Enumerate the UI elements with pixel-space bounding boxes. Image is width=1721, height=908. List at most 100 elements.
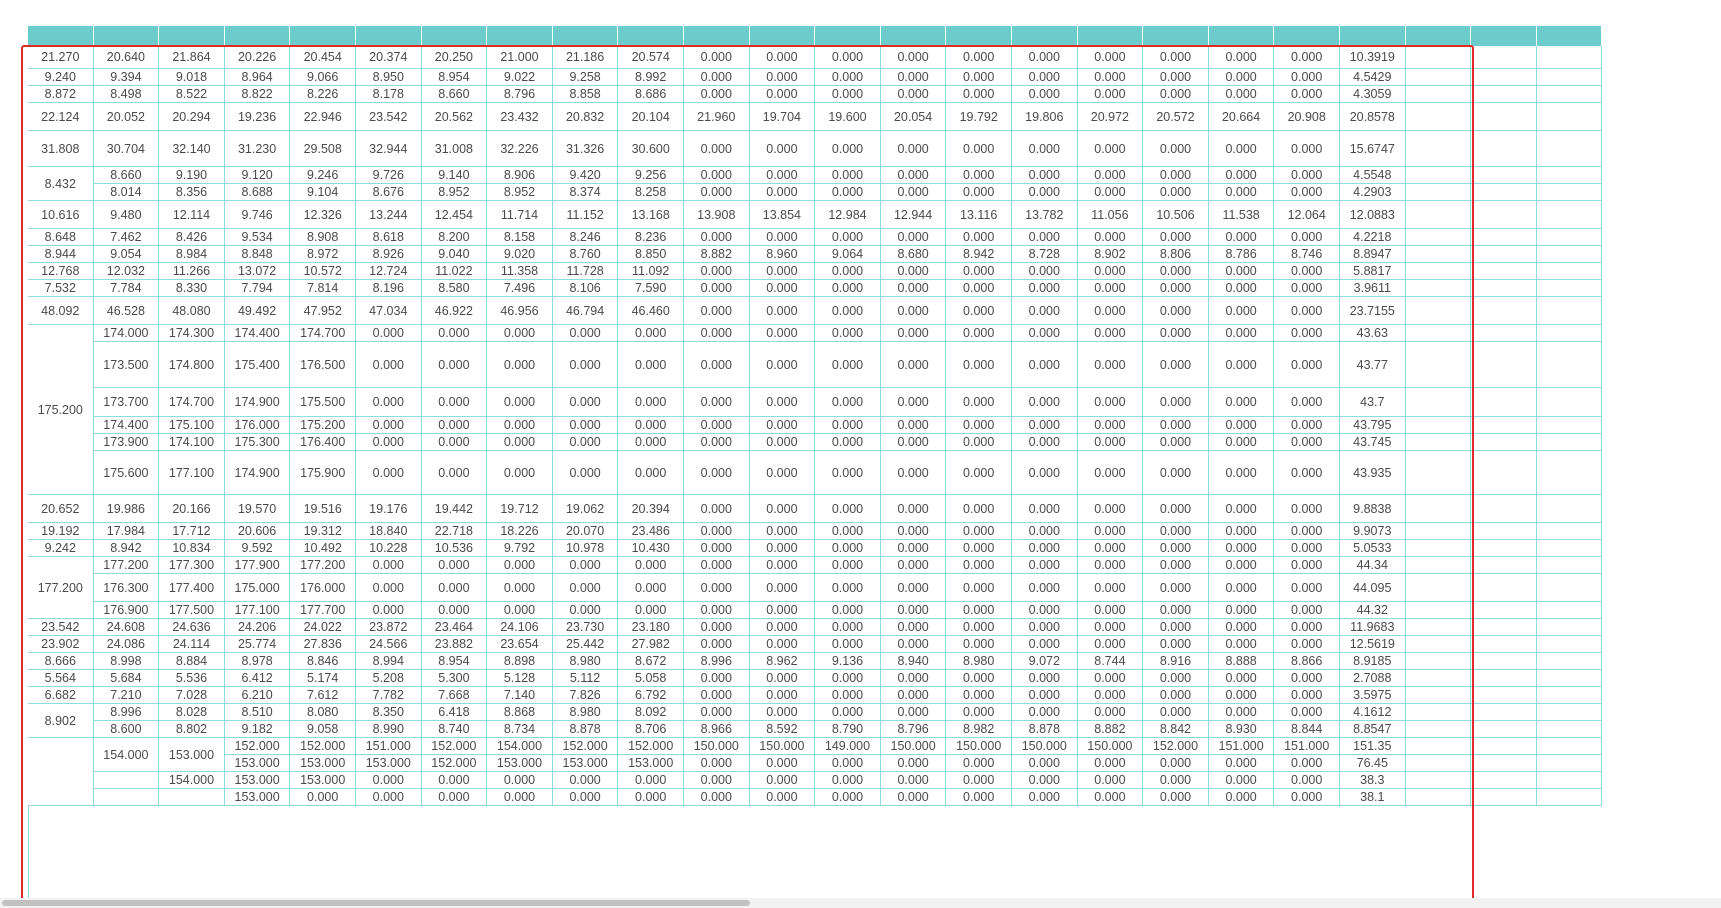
table-cell[interactable]: 13.072 [224,263,291,280]
table-cell[interactable]: 8.888 [1208,653,1275,670]
table-cell[interactable]: 0.000 [684,789,750,806]
table-cell[interactable]: 8.618 [356,229,422,246]
table-cell[interactable]: 0.000 [684,602,750,619]
table-cell[interactable]: 0.000 [1208,636,1275,653]
table-cell[interactable]: 8.980 [946,653,1012,670]
table-cell[interactable]: 32.140 [159,131,225,167]
table-cell[interactable]: 18.840 [356,523,422,540]
table-cell[interactable]: 174.800 [159,342,225,388]
table-cell[interactable]: 0.000 [421,574,488,602]
table-cell[interactable]: 0.000 [1208,557,1275,574]
table-cell[interactable] [1405,704,1472,721]
table-cell[interactable]: 49.492 [224,297,291,325]
table-cell[interactable] [1536,246,1603,263]
table-cell[interactable]: 177.200 [290,557,356,574]
table-cell[interactable]: 23.902 [28,636,94,653]
table-cell[interactable]: 5.128 [487,670,553,687]
table-cell[interactable]: 0.000 [684,325,750,342]
table-cell[interactable] [1405,451,1472,495]
table-cell[interactable]: 0.000 [815,772,881,789]
table-cell[interactable]: 0.000 [421,342,488,388]
table-cell[interactable]: 12.768 [28,263,94,280]
table-cell[interactable]: 10.834 [159,540,225,557]
table-cell[interactable]: 11.538 [1208,201,1275,229]
table-cell[interactable]: 0.000 [749,263,816,280]
table-cell[interactable]: 0.000 [1012,69,1078,86]
table-cell[interactable] [1405,495,1472,523]
table-cell[interactable]: 175.100 [159,417,225,434]
table-cell[interactable]: 0.000 [1274,789,1340,806]
table-cell[interactable]: 21.864 [159,46,225,69]
table-cell[interactable]: 0.000 [880,772,947,789]
table-cell[interactable]: 0.000 [421,417,488,434]
table-cell[interactable]: 8.350 [356,704,422,721]
table-cell[interactable]: 0.000 [749,772,816,789]
table-cell[interactable]: 0.000 [815,280,881,297]
table-cell[interactable]: 8.666 [28,653,94,670]
table-cell[interactable] [159,789,225,806]
table-cell[interactable]: 0.000 [880,434,947,451]
table-cell[interactable]: 0.000 [946,434,1012,451]
table-cell[interactable]: 153.000 [356,755,422,772]
table-cell[interactable]: 153.000 [618,755,684,772]
table-cell[interactable]: 0.000 [684,417,750,434]
table-cell[interactable] [1405,540,1472,557]
table-cell[interactable]: 0.000 [815,388,881,417]
table-cell[interactable] [1471,540,1537,557]
table-cell[interactable]: 0.000 [1077,46,1144,69]
table-cell[interactable]: 19.704 [749,103,816,131]
table-cell[interactable]: 0.000 [1274,540,1340,557]
table-cell[interactable]: 23.542 [356,103,422,131]
table-cell[interactable]: 0.000 [421,772,488,789]
table-cell[interactable]: 0.000 [1274,69,1340,86]
table-cell[interactable]: 12.724 [356,263,422,280]
table-cell[interactable] [93,789,160,806]
table-cell[interactable]: 48.080 [159,297,225,325]
table-cell[interactable] [1471,636,1537,653]
table-cell[interactable]: 0.000 [1077,131,1144,167]
table-cell[interactable]: 0.000 [1012,574,1078,602]
table-cell[interactable]: 12.984 [815,201,881,229]
table-cell[interactable] [1471,495,1537,523]
table-cell[interactable]: 0.000 [749,167,816,184]
table-cell[interactable]: 43.745 [1340,434,1406,451]
table-cell[interactable]: 0.000 [1274,755,1340,772]
table-cell[interactable] [1536,540,1603,557]
table-cell[interactable]: 8.426 [159,229,225,246]
table-cell[interactable]: 0.000 [1012,417,1078,434]
table-cell[interactable]: 13.168 [618,201,684,229]
table-cell[interactable]: 0.000 [421,557,488,574]
table-cell[interactable]: 0.000 [946,704,1012,721]
table-cell[interactable]: 8.660 [93,167,160,184]
table-cell[interactable]: 177.400 [159,574,225,602]
table-cell[interactable]: 0.000 [356,557,422,574]
table-cell[interactable]: 153.000 [224,772,291,789]
table-cell[interactable]: 0.000 [1012,704,1078,721]
table-cell[interactable]: 0.000 [1143,495,1209,523]
table-cell[interactable]: 0.000 [946,263,1012,280]
table-cell[interactable]: 0.000 [1077,69,1144,86]
table-cell[interactable]: 0.000 [946,131,1012,167]
table-cell[interactable]: 20.070 [552,523,619,540]
table-cell[interactable]: 176.000 [290,574,356,602]
table-cell[interactable] [1471,263,1537,280]
table-cell[interactable]: 0.000 [356,417,422,434]
table-cell[interactable]: 23.542 [28,619,94,636]
table-cell[interactable]: 8.972 [290,246,356,263]
table-cell[interactable] [1471,653,1537,670]
table-cell[interactable]: 19.312 [290,523,356,540]
table-cell[interactable]: 0.000 [684,297,750,325]
table-cell[interactable]: 0.000 [421,789,488,806]
table-cell[interactable]: 176.300 [93,574,160,602]
column-header[interactable] [684,26,750,46]
table-cell[interactable]: 46.528 [93,297,160,325]
table-cell[interactable]: 0.000 [487,417,553,434]
table-cell[interactable]: 0.000 [618,557,684,574]
table-cell[interactable]: 0.000 [1143,755,1209,772]
table-cell[interactable]: 9.182 [224,721,291,738]
table-cell[interactable] [1471,325,1537,342]
table-cell[interactable]: 19.792 [946,103,1012,131]
table-cell[interactable]: 9.726 [356,167,422,184]
table-cell[interactable]: 0.000 [1012,325,1078,342]
table-cell[interactable] [1471,86,1537,103]
